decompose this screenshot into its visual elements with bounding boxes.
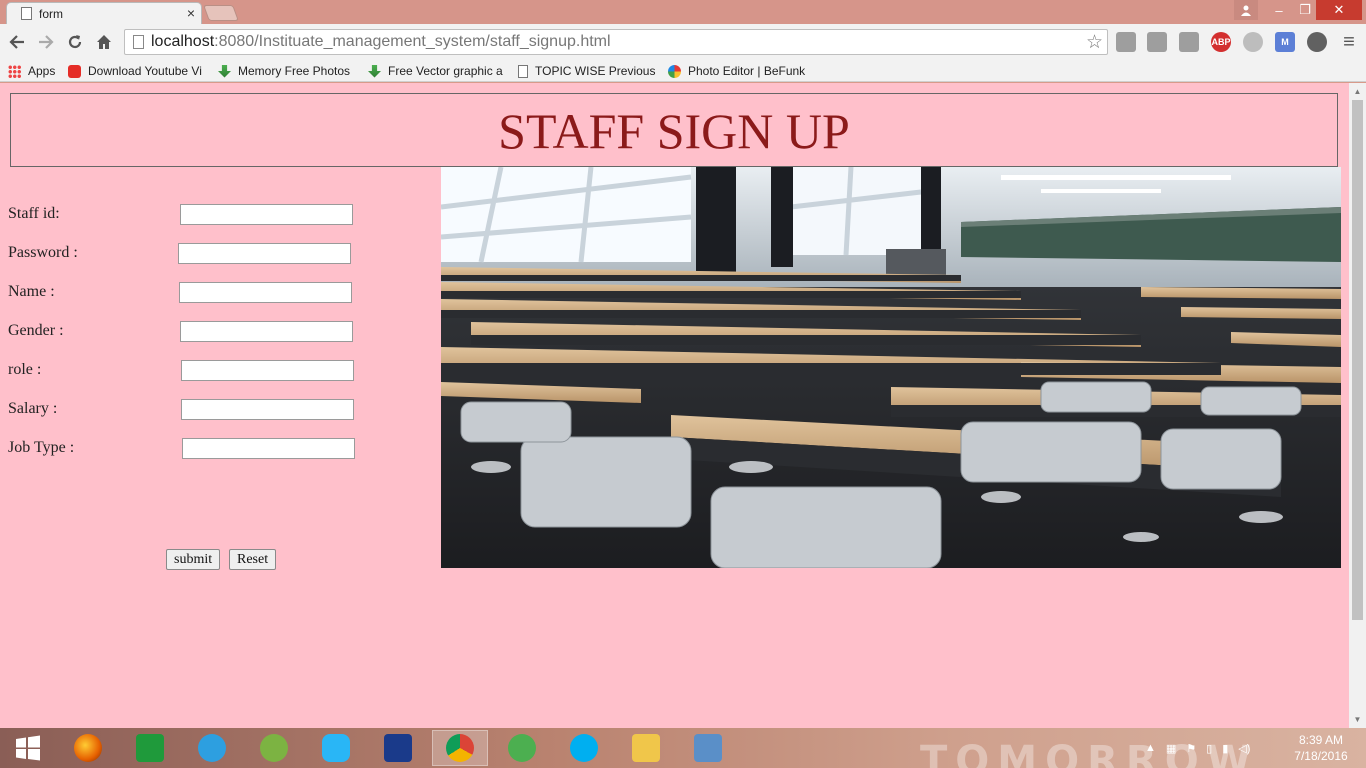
browser-tab[interactable]: form × [6, 2, 202, 24]
battery-icon[interactable]: ▯ [1206, 742, 1212, 755]
tab-title: form [39, 7, 63, 21]
gmail-icon[interactable]: M [1275, 32, 1295, 52]
gender-label: Gender : [8, 322, 64, 339]
page-title: STAFF SIGN UP [498, 103, 850, 159]
staff-id-input[interactable] [180, 204, 353, 225]
address-bar[interactable]: localhost:8080/Instituate_management_sys… [124, 29, 1108, 55]
download-icon [368, 64, 381, 78]
signal-icon[interactable]: ▮ [1222, 742, 1228, 755]
office-icon[interactable] [1116, 32, 1136, 52]
role-input[interactable] [181, 360, 354, 381]
bookmarks-bar: Apps Download Youtube Vi Memory Free Pho… [0, 60, 1366, 82]
name-input[interactable] [179, 282, 352, 303]
back-icon[interactable] [6, 31, 28, 53]
befunky-icon [668, 64, 681, 78]
firefox-icon[interactable] [60, 730, 116, 766]
classroom-image [441, 167, 1341, 568]
volume-icon[interactable]: ◁) [1238, 742, 1250, 755]
bookmark-apps[interactable]: Apps [8, 62, 60, 80]
adblock-icon[interactable]: ABP [1211, 32, 1231, 52]
reload-icon[interactable] [64, 31, 86, 53]
apps-icon [8, 64, 21, 78]
scroll-thumb[interactable] [1352, 100, 1363, 620]
new-tab-button[interactable] [203, 5, 239, 21]
puzzle-icon[interactable] [1147, 32, 1167, 52]
salary-input[interactable] [181, 399, 354, 420]
clock-date: 7/18/2016 [1294, 749, 1348, 763]
tab-close-icon[interactable]: × [187, 5, 195, 21]
download-icon [218, 64, 231, 78]
file-explorer-icon[interactable] [618, 730, 674, 766]
system-tray: ▲ ▦ ⚑ ▯ ▮ ◁) [1145, 728, 1250, 768]
page-viewport: STAFF SIGN UP Staff id: Password : Name … [0, 83, 1366, 728]
circle-extension-icon[interactable] [1243, 32, 1263, 52]
bookmark-star-icon[interactable]: ☆ [1086, 31, 1103, 54]
scroll-down-icon[interactable]: ▼ [1349, 711, 1366, 728]
action-center-flag-icon[interactable]: ⚑ [1186, 742, 1196, 755]
gender-input[interactable] [180, 321, 353, 342]
reset-button[interactable]: Reset [229, 549, 277, 570]
browser-toolbar: localhost:8080/Instituate_management_sys… [0, 24, 1366, 60]
password-input[interactable] [178, 243, 351, 264]
devcpp-icon[interactable] [370, 730, 426, 766]
name-label: Name : [8, 283, 55, 300]
taskbar-clock[interactable]: 8:39 AM 7/18/2016 [1290, 732, 1352, 764]
taskbar: TOMORROW ▲ ▦ ⚑ ▯ ▮ ◁) 8:39 AM 7/18/2016 [0, 728, 1366, 768]
url-text[interactable]: localhost:8080/Instituate_management_sys… [151, 33, 611, 51]
page-icon [21, 7, 32, 20]
vertical-scrollbar[interactable]: ▲ ▼ [1349, 83, 1366, 728]
globe-extension-icon[interactable] [1307, 32, 1327, 52]
clock-time: 8:39 AM [1298, 733, 1344, 747]
close-window-button[interactable]: ✕ [1316, 0, 1362, 20]
page-icon [133, 35, 144, 49]
puzzle-icon-2[interactable] [1179, 32, 1199, 52]
bookmark-befunky[interactable]: Photo Editor | BeFunk [668, 62, 806, 80]
bookmark-topic-wise[interactable]: TOPIC WISE Previous [518, 62, 656, 80]
utorrent-icon[interactable] [494, 730, 550, 766]
menu-icon[interactable]: ≡ [1338, 31, 1360, 53]
bookmark-memory-free-photos[interactable]: Memory Free Photos [218, 62, 356, 80]
forward-icon[interactable] [35, 31, 57, 53]
job-type-input[interactable] [182, 438, 355, 459]
user-profile-icon[interactable] [1234, 0, 1258, 20]
shareit-icon[interactable] [308, 730, 364, 766]
youtube-icon [68, 64, 81, 78]
store-icon[interactable] [122, 730, 178, 766]
show-hidden-icons-icon[interactable]: ▲ [1145, 742, 1156, 754]
header-box: STAFF SIGN UP [10, 93, 1338, 167]
ie-icon[interactable] [184, 730, 240, 766]
page-icon [518, 64, 528, 78]
scroll-up-icon[interactable]: ▲ [1349, 83, 1366, 100]
bookmark-free-vector[interactable]: Free Vector graphic a [368, 62, 506, 80]
network-icon[interactable]: ▦ [1166, 742, 1176, 755]
submit-button[interactable]: submit [166, 549, 221, 570]
windows-start-icon[interactable] [0, 730, 56, 766]
job-type-label: Job Type : [8, 439, 75, 456]
chrome-icon[interactable] [432, 730, 488, 766]
salary-label: Salary : [8, 400, 58, 417]
title-bar: form × – ❐ ✕ [0, 0, 1366, 24]
skype-icon[interactable] [556, 730, 612, 766]
android-studio-icon[interactable] [246, 730, 302, 766]
bookmark-youtube[interactable]: Download Youtube Vi [68, 62, 206, 80]
virtualbox-icon[interactable] [680, 730, 736, 766]
home-icon[interactable] [93, 31, 115, 53]
password-label: Password : [8, 244, 78, 261]
staff-id-label: Staff id: [8, 205, 60, 222]
role-label: role : [8, 361, 42, 378]
